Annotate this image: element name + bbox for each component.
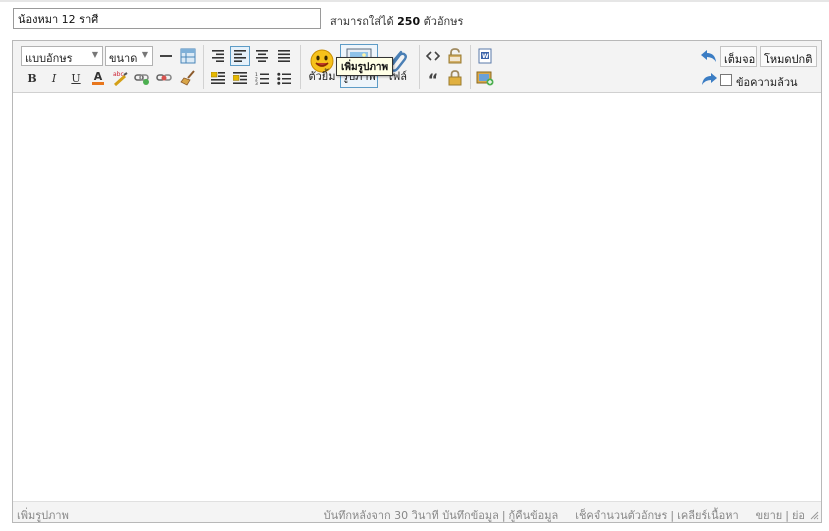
outdent-icon [211,72,225,84]
align-right-button[interactable] [208,46,228,66]
italic-button[interactable]: I [44,68,64,88]
fullscreen-label: เต็มจอ [724,53,756,66]
bulleted-list-button[interactable] [274,68,294,88]
redo-arrow-icon [702,73,717,85]
insert-media-button[interactable] [475,68,495,88]
plain-text-checkbox[interactable] [720,74,732,86]
image-tooltip: เพิ่มรูปภาพ [336,57,394,76]
numbered-list-icon: 1 2 3 [255,72,269,85]
editor-statusbar: เพิ่มรูปภาพ บันทึกหลังจาก 30 วินาที บันท… [13,501,821,522]
underline-label: U [71,71,81,85]
font-family-select-label: แบบอักษร [25,52,73,65]
unlock-icon [448,48,462,64]
fullscreen-button[interactable]: เต็มจอ [720,46,757,67]
toolbar-separator [203,45,204,89]
horizontal-rule-button[interactable] [156,46,176,66]
toolbar-separator [470,45,471,89]
lock-content-button[interactable] [445,68,465,88]
align-right-icon [212,50,224,62]
table-icon [180,48,196,64]
unlink-icon [156,74,172,81]
clear-content-link[interactable]: เคลียร์เนื้อหา [677,509,739,522]
link-icon [134,74,149,85]
source-code-button[interactable] [423,46,443,66]
align-justify-icon [278,50,290,62]
redo-button[interactable] [699,69,719,89]
font-family-select[interactable]: แบบอักษร ▼ [21,46,103,66]
emoticon-label: ตัวยิ้ม [308,70,336,83]
title-input[interactable] [13,8,321,29]
media-icon [476,71,494,86]
quote-icon: “ [427,70,439,89]
insert-link-button[interactable] [132,68,152,88]
font-color-label: A [91,69,105,85]
count-chars-link[interactable]: เช็คจำนวนตัวอักษร [575,509,667,522]
quote-button[interactable]: “ [423,68,443,88]
save-link[interactable]: บันทึกข้อมูล [442,509,499,522]
undo-button[interactable] [699,46,719,66]
autosave-note: บันทึกหลังจาก 30 วินาที [323,509,439,522]
svg-text:3: 3 [255,81,258,85]
indent-button[interactable] [230,68,250,88]
align-justify-button[interactable] [274,46,294,66]
title-hint-prefix: สามารถใส่ได้ [330,15,394,28]
svg-text:W: W [482,53,489,60]
broom-icon [180,70,195,86]
rich-text-editor: แบบอักษร ▼ ขนาด ▼ B I U A abc 1 2 3 ตัวย… [12,40,822,523]
plain-text-label: ข้อความล้วน [736,76,798,89]
undo-arrow-icon [701,50,716,62]
status-message: เพิ่มรูปภาพ [17,509,69,522]
font-size-select-label: ขนาด [109,52,138,65]
toolbar-separator [419,45,420,89]
resize-grip-icon[interactable] [809,510,819,520]
expand-link[interactable]: ขยาย [756,509,783,522]
status-separator: | [785,509,789,522]
italic-label: I [51,71,57,85]
toolbar-separator [300,45,301,89]
top-divider [0,0,829,2]
bold-label: B [27,71,37,85]
lock-icon [448,70,462,86]
underline-button[interactable]: U [66,68,86,88]
editor-toolbar: แบบอักษร ▼ ขนาด ▼ B I U A abc 1 2 3 ตัวย… [13,41,821,93]
align-center-icon [256,50,268,62]
code-icon [426,51,440,61]
spellcheck-button[interactable]: abc [110,68,130,88]
spellcheck-icon: abc [113,71,128,86]
normal-mode-label: โหมดปกติ [764,53,813,66]
remove-link-button[interactable] [154,68,174,88]
horizontal-rule-icon [160,55,172,57]
status-separator: | [501,509,506,522]
chevron-down-icon: ▼ [91,50,98,59]
normal-mode-button[interactable]: โหมดปกติ [760,46,817,67]
title-hint-count: 250 [397,15,421,28]
align-left-icon [234,50,246,62]
indent-icon [233,72,247,84]
insert-table-button[interactable] [178,46,198,66]
outdent-button[interactable] [208,68,228,88]
unlock-content-button[interactable] [445,46,465,66]
numbered-list-button[interactable]: 1 2 3 [252,68,272,88]
font-color-button[interactable]: A [88,68,108,88]
status-actions: บันทึกหลังจาก 30 วินาที บันทึกข้อมูล | กู้… [324,506,805,524]
clear-formatting-button[interactable] [178,68,198,88]
font-size-select[interactable]: ขนาด ▼ [105,46,153,66]
chevron-down-icon: ▼ [141,50,148,59]
bulleted-list-icon [277,72,291,85]
shrink-link[interactable]: ย่อ [792,509,805,522]
restore-link[interactable]: กู้คืนข้อมูล [509,509,559,522]
word-document-icon: W [478,48,492,64]
align-center-button[interactable] [252,46,272,66]
align-left-button[interactable] [230,46,250,66]
title-limit-hint: สามารถใส่ได้ 250 ตัวอักษร [330,12,463,30]
bold-button[interactable]: B [22,68,42,88]
status-separator: | [670,509,675,522]
paste-from-word-button[interactable]: W [475,46,495,66]
editor-content-area[interactable] [13,94,821,500]
title-hint-suffix: ตัวอักษร [423,15,464,28]
